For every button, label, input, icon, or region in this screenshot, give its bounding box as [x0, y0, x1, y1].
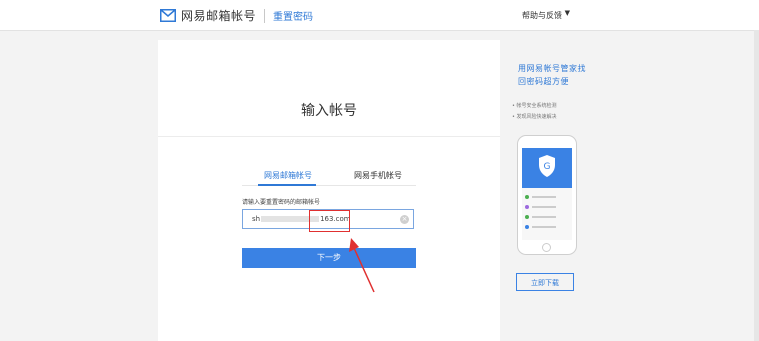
- status-dot: [525, 205, 529, 209]
- scrollbar[interactable]: [754, 30, 759, 341]
- status-dot: [525, 195, 529, 199]
- active-tab-indicator: [258, 184, 316, 186]
- mail-icon: [160, 9, 176, 22]
- shield-icon: G: [539, 155, 555, 177]
- account-card: 输入帐号 网易邮箱帐号 网易手机帐号 请输入要重置密码的邮箱帐号 sh 163.c…: [158, 40, 500, 341]
- highlight-box: [309, 210, 350, 232]
- svg-text:G: G: [544, 162, 551, 172]
- status-dot: [525, 215, 529, 219]
- phone-row: [525, 194, 569, 200]
- status-dot: [525, 225, 529, 229]
- tab-phone-account[interactable]: 网易手机帐号: [354, 170, 402, 181]
- logo-text: 网易邮箱帐号: [181, 9, 257, 23]
- phone-line: [532, 216, 556, 218]
- phone-illustration: G: [517, 135, 577, 255]
- reset-password-link[interactable]: 重置密码: [273, 8, 313, 23]
- phone-screen: G: [522, 148, 572, 240]
- download-button[interactable]: 立即下载: [516, 273, 574, 291]
- phone-line: [532, 196, 556, 198]
- side-bullets: 帐号安全系统检测 发现风险快速解决: [512, 101, 557, 123]
- divider: [158, 136, 500, 137]
- tab-email-account[interactable]: 网易邮箱帐号: [264, 170, 312, 181]
- phone-row: [525, 204, 569, 210]
- phone-line: [532, 226, 556, 228]
- logo-divider: [264, 8, 266, 23]
- help-feedback-link[interactable]: 帮助与反馈: [522, 10, 562, 21]
- phone-row: [525, 214, 569, 220]
- phone-row: [525, 224, 569, 230]
- side-bullet: 帐号安全系统检测: [512, 101, 557, 112]
- top-bar: 网易邮箱帐号 重置密码 帮助与反馈 ▼: [0, 0, 759, 31]
- side-title: 用网易帐号管家找回密码超方便: [518, 64, 586, 86]
- account-tabs: 网易邮箱帐号 网易手机帐号: [242, 166, 416, 186]
- page-title: 输入帐号: [301, 103, 357, 119]
- logo[interactable]: 网易邮箱帐号 重置密码: [160, 7, 313, 24]
- side-bullet: 发现风险快速解决: [512, 112, 557, 123]
- side-panel: 用网易帐号管家找回密码超方便 帐号安全系统检测 发现风险快速解决 G 立即下载: [500, 40, 595, 341]
- chevron-down-icon[interactable]: ▼: [565, 9, 570, 17]
- home-button-icon: [542, 243, 551, 252]
- clear-icon[interactable]: ×: [400, 215, 409, 224]
- phone-line: [532, 206, 556, 208]
- phone-header: G: [522, 148, 572, 188]
- email-prefix: sh: [252, 215, 261, 223]
- email-field-label: 请输入要重置密码的邮箱帐号: [242, 199, 321, 206]
- next-step-button[interactable]: 下一步: [242, 248, 416, 268]
